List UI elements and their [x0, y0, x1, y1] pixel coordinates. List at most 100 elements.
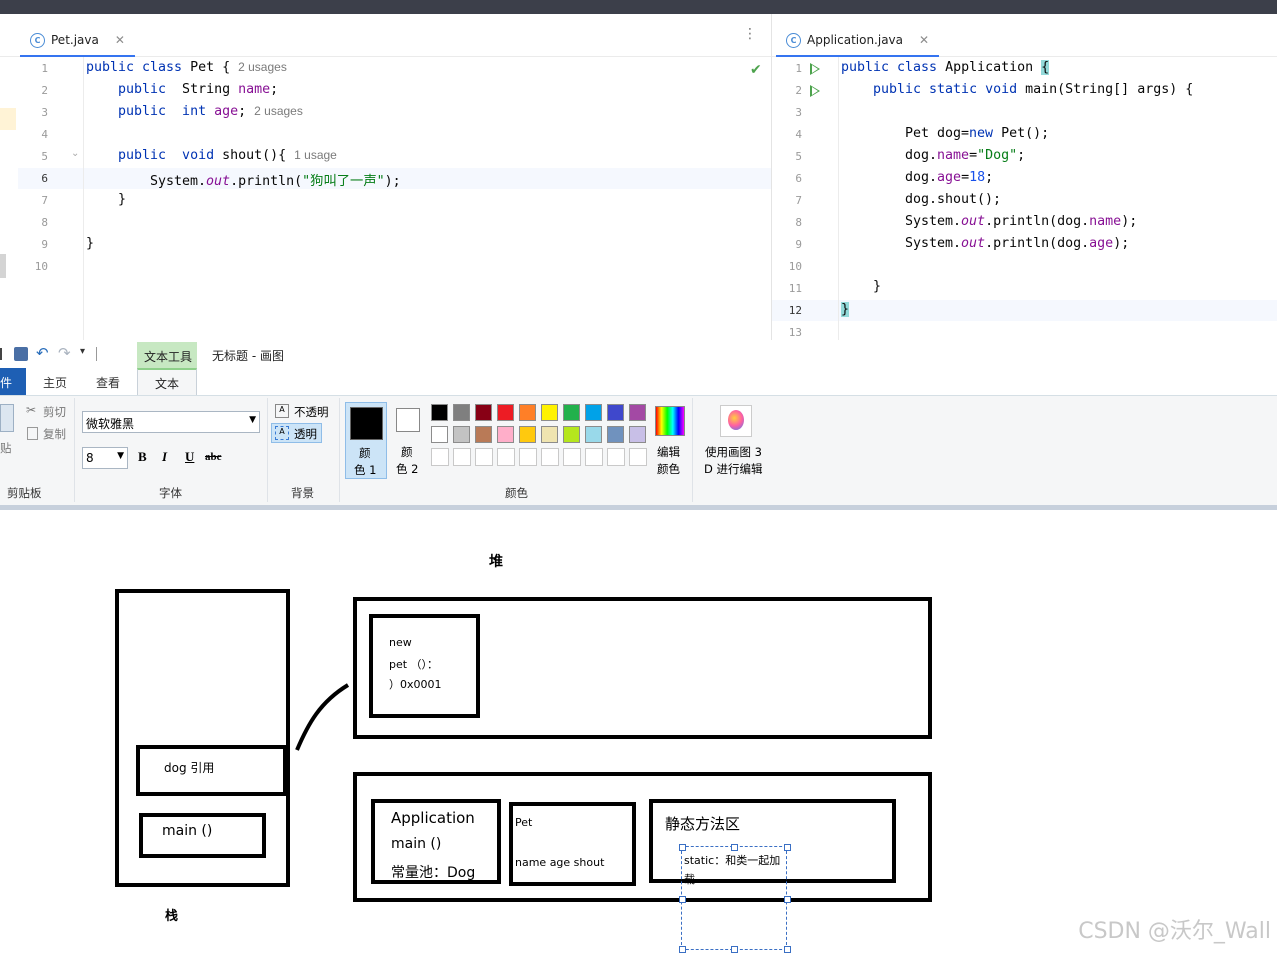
usage-hint[interactable]: 1 usage [294, 148, 337, 162]
run-icon[interactable] [810, 85, 820, 97]
line-number: 1 [795, 62, 802, 75]
run-icon[interactable] [810, 63, 820, 75]
palette-swatch-empty[interactable] [607, 448, 625, 466]
palette-swatch[interactable] [563, 404, 580, 421]
line-number: 8 [41, 216, 48, 229]
palette-swatch[interactable] [475, 404, 492, 421]
tab-home[interactable]: 主页 [43, 374, 67, 391]
paste-button[interactable]: 贴 [0, 440, 12, 456]
paint-3d-button[interactable]: 使用画图 3 D 进行编辑 [700, 402, 770, 479]
palette-swatch-empty[interactable] [475, 448, 493, 466]
paste-icon[interactable] [0, 404, 14, 432]
palette-swatch-empty[interactable] [585, 448, 603, 466]
resize-handle[interactable] [784, 844, 791, 851]
active-tab-indicator [776, 55, 940, 57]
palette-swatch-empty[interactable] [453, 448, 471, 466]
palette-swatch-empty[interactable] [497, 448, 515, 466]
opaque-button[interactable]: A 不透明 [274, 403, 334, 423]
tab-file[interactable]: 件 [0, 368, 26, 395]
palette-swatch-empty[interactable] [563, 448, 581, 466]
italic-button[interactable]: I [162, 449, 167, 465]
code-line-7: dog.shout(); [905, 192, 1002, 207]
resize-handle[interactable] [679, 946, 686, 953]
line-number: 2 [41, 84, 48, 97]
tab-view[interactable]: 查看 [96, 374, 120, 391]
editor-application-java[interactable]: C Application.java ✕ 1 2 3 4 5 6 7 8 9 1… [772, 14, 1277, 340]
close-icon[interactable]: ✕ [115, 33, 125, 47]
palette-swatch[interactable] [431, 426, 448, 443]
close-icon[interactable]: ✕ [919, 33, 929, 47]
more-options-icon[interactable]: ⋮ [743, 26, 757, 42]
palette-swatch[interactable] [519, 426, 536, 443]
editor-pet-java[interactable]: C Pet.java ✕ ⋮ ✔ 1 2 3 4 5 6 7 8 9 10 ⌄ … [0, 14, 772, 340]
ribbon: 贴 ✂ 剪切 复制 剪贴板 微软雅黑 ▼ 8 ▼ B I U abc 字体 A … [0, 395, 1277, 506]
palette-swatch[interactable] [519, 404, 536, 421]
tab-pet-java[interactable]: C Pet.java ✕ [20, 26, 135, 57]
palette-swatch[interactable] [475, 426, 492, 443]
edit-colors-button[interactable]: 编辑 颜色 [650, 402, 688, 479]
group-divider [339, 398, 340, 502]
toolbar-divider [96, 347, 97, 361]
bold-button[interactable]: B [138, 449, 147, 465]
title-bar [0, 0, 1277, 14]
palette-swatch[interactable] [497, 426, 514, 443]
palette-swatch-empty[interactable] [519, 448, 537, 466]
customize-toolbar-icon[interactable]: ▾ [80, 346, 85, 357]
line-number: 1 [41, 62, 48, 75]
palette-swatch[interactable] [541, 426, 558, 443]
application-main: main () [391, 836, 442, 852]
palette-swatch[interactable] [607, 426, 624, 443]
resize-handle[interactable] [679, 896, 686, 903]
color-1-button[interactable]: 颜 色 1 [345, 402, 387, 479]
palette-swatch[interactable] [563, 426, 580, 443]
font-size-select[interactable]: 8 ▼ [82, 447, 128, 469]
color-2-button[interactable]: 颜 色 2 [391, 402, 431, 479]
resize-handle[interactable] [731, 844, 738, 851]
palette-swatch[interactable] [453, 404, 470, 421]
resize-handle[interactable] [679, 844, 686, 851]
usage-hint[interactable]: 2 usages [254, 104, 303, 118]
resize-handle[interactable] [731, 946, 738, 953]
palette-swatch[interactable] [629, 404, 646, 421]
save-icon[interactable] [14, 347, 28, 361]
usage-hint[interactable]: 2 usages [238, 60, 287, 74]
cut-button[interactable]: 剪切 [43, 404, 66, 420]
line-number: 8 [795, 216, 802, 229]
tab-application-java[interactable]: C Application.java ✕ [776, 26, 940, 57]
line-number: 2 [795, 84, 802, 97]
palette-swatch[interactable] [497, 404, 514, 421]
palette-swatch-empty[interactable] [431, 448, 449, 466]
clipboard-group-label: 剪贴板 [7, 486, 42, 500]
fold-icon[interactable]: ⌄ [71, 148, 79, 159]
palette-swatch[interactable] [585, 404, 602, 421]
font-family-select[interactable]: 微软雅黑 ▼ [82, 411, 260, 433]
palette-swatch[interactable] [629, 426, 646, 443]
palette-swatch-empty[interactable] [629, 448, 647, 466]
tab-text[interactable]: 文本 [137, 368, 197, 396]
palette-swatch[interactable] [585, 426, 602, 443]
redo-icon[interactable]: ↷ [58, 344, 71, 362]
resize-handle[interactable] [784, 946, 791, 953]
line-number: 5 [795, 150, 802, 163]
underline-button[interactable]: U [185, 449, 194, 465]
line-number: 10 [788, 260, 802, 273]
code-line-6: dog.age=18; [905, 170, 994, 185]
undo-icon[interactable]: ↶ [36, 344, 49, 362]
code-line-4: Pet dog=new Pet(); [905, 126, 1050, 141]
line-number: 13 [788, 326, 802, 339]
copy-button[interactable]: 复制 [43, 426, 66, 442]
scroll-marker [0, 254, 6, 278]
resize-handle[interactable] [784, 896, 791, 903]
palette-swatch[interactable] [541, 404, 558, 421]
heap-object-line: new [389, 636, 412, 649]
strikethrough-button[interactable]: abc [205, 451, 222, 463]
palette-swatch[interactable] [607, 404, 624, 421]
palette-swatch-empty[interactable] [541, 448, 559, 466]
code-line-1: public class Application { [841, 60, 1050, 75]
transparent-button[interactable]: A 透明 [271, 423, 322, 443]
palette-swatch[interactable] [453, 426, 470, 443]
context-tab-label: 文本工具 [144, 350, 193, 364]
palette-swatch[interactable] [431, 404, 448, 421]
editor-tabbar: C Application.java ✕ [772, 14, 1277, 57]
line-number: 7 [795, 194, 802, 207]
